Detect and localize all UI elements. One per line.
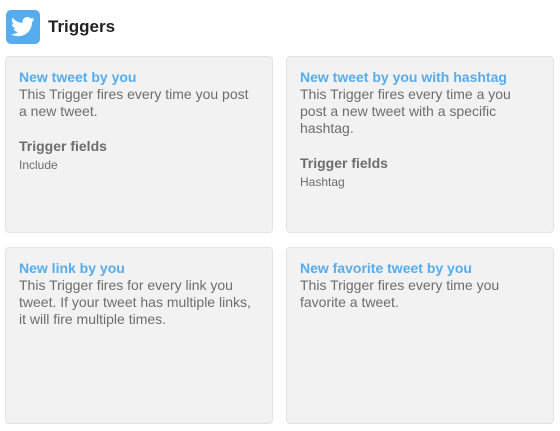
- trigger-title[interactable]: New favorite tweet by you: [300, 260, 540, 277]
- triggers-header: Triggers: [6, 10, 115, 44]
- trigger-description: This Trigger fires every time you post a…: [19, 86, 249, 119]
- trigger-field-item: Include: [19, 158, 58, 172]
- trigger-fields-label: Trigger fields: [300, 155, 388, 171]
- trigger-card-new-tweet-hashtag[interactable]: New tweet by you with hashtag This Trigg…: [286, 56, 554, 233]
- trigger-title[interactable]: New tweet by you: [19, 69, 259, 86]
- trigger-card-new-favorite[interactable]: New favorite tweet by you This Trigger f…: [286, 247, 554, 424]
- trigger-description: This Trigger fires for every link you tw…: [19, 277, 251, 327]
- trigger-card-new-tweet[interactable]: New tweet by you This Trigger fires ever…: [5, 56, 273, 233]
- trigger-fields-label: Trigger fields: [19, 138, 107, 154]
- page-title: Triggers: [48, 17, 116, 36]
- trigger-card-new-link[interactable]: New link by you This Trigger fires for e…: [5, 247, 273, 424]
- trigger-field-item: Hashtag: [300, 175, 345, 189]
- twitter-bird-icon: [6, 10, 40, 44]
- trigger-description: This Trigger fires every time you favori…: [300, 277, 500, 310]
- trigger-description: This Trigger fires every time a you post…: [300, 86, 511, 136]
- trigger-title[interactable]: New tweet by you with hashtag: [300, 69, 540, 86]
- trigger-title[interactable]: New link by you: [19, 260, 259, 277]
